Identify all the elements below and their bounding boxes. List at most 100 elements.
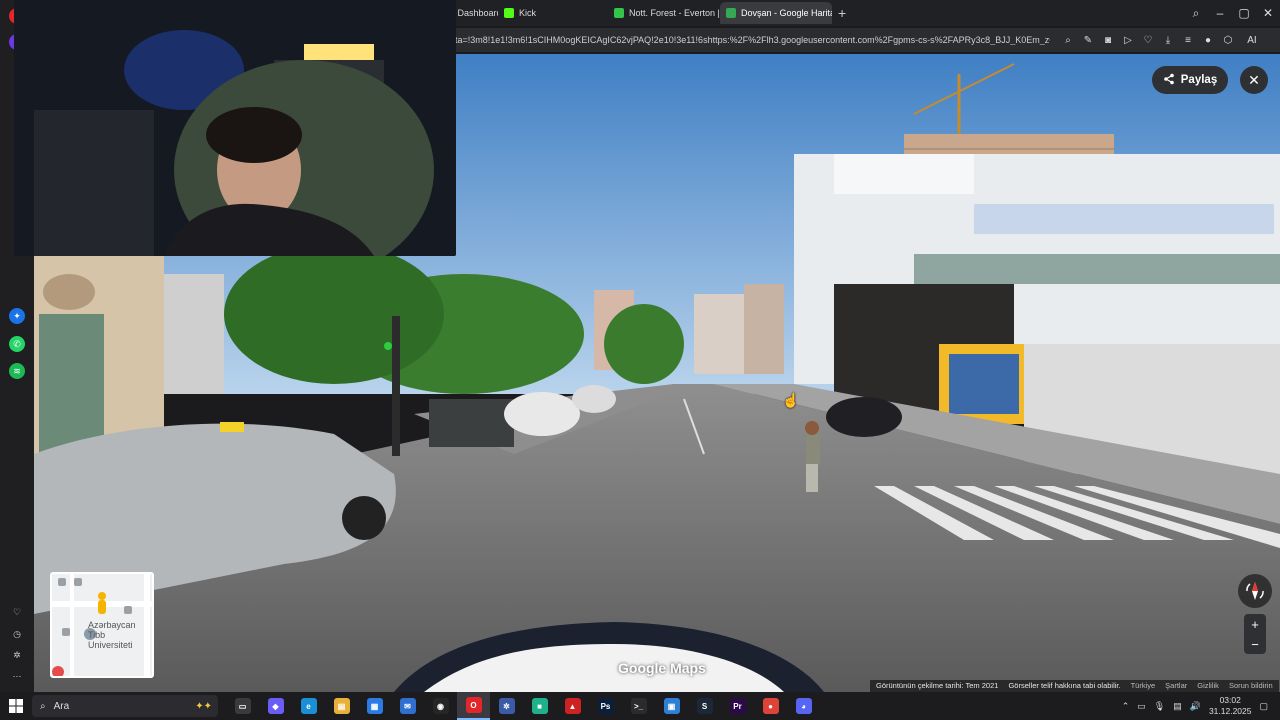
zoom-control: + − bbox=[1244, 614, 1266, 654]
network-icon[interactable]: ▤ bbox=[1173, 701, 1182, 712]
taskbar-app[interactable]: ✉ bbox=[391, 692, 424, 720]
taskbar-apps: ▭ ◆ e ▤ ▦ ✉ ◉ O ✲ ■ ▲ Ps >_ ▣ S Pr ● ◕ bbox=[226, 692, 820, 720]
close-street-view-button[interactable]: ✕ bbox=[1240, 66, 1268, 94]
clock[interactable]: 03:02 31.12.2025 bbox=[1209, 695, 1252, 717]
terms-link[interactable]: Şartlar bbox=[1165, 681, 1187, 691]
minimize-button[interactable]: – bbox=[1208, 6, 1232, 20]
taskbar-app[interactable]: ◆ bbox=[259, 692, 292, 720]
heart-icon[interactable]: ♡ bbox=[1138, 35, 1158, 46]
browser-tab[interactable]: Dovşan - Google Haritalar bbox=[720, 2, 832, 24]
close-window-button[interactable]: ✕ bbox=[1256, 6, 1280, 20]
webcam-overlay bbox=[14, 0, 456, 256]
favorites-icon[interactable]: ♡ bbox=[9, 604, 25, 620]
obs-icon: ◉ bbox=[432, 698, 449, 714]
taskbar-app[interactable]: ● bbox=[754, 692, 787, 720]
taskbar-app[interactable]: Pr bbox=[721, 692, 754, 720]
ai-button[interactable]: AI bbox=[1242, 35, 1262, 46]
windows-icon bbox=[9, 699, 23, 713]
extensions-icon[interactable]: ⬡ bbox=[1218, 35, 1238, 46]
taskbar-app[interactable]: ▣ bbox=[655, 692, 688, 720]
download-icon[interactable]: ⤓ bbox=[1158, 35, 1178, 46]
microphone-icon[interactable]: 🎙 bbox=[1154, 701, 1165, 712]
address-bar-icons: ⌕ ✎ ◙ ▷ ♡ ⤓ ≡ ● ⬡ AI bbox=[1058, 35, 1262, 46]
report-problem-link[interactable]: Sorun bildirin bbox=[1229, 681, 1273, 691]
compass-control[interactable] bbox=[1238, 574, 1272, 608]
betting-icon bbox=[614, 8, 624, 18]
file-explorer-icon: ▤ bbox=[333, 698, 350, 714]
zoom-icon[interactable]: ⌕ bbox=[1058, 35, 1078, 46]
mini-map[interactable]: Azərbaycan Tibb Universiteti bbox=[50, 572, 154, 678]
map-footer: Görüntünün çekilme tarihi: Tem 2021 Görs… bbox=[870, 680, 1279, 692]
webcam-image bbox=[14, 0, 456, 256]
premiere-icon: Pr bbox=[729, 698, 746, 714]
taskbar-app[interactable]: ◉ bbox=[424, 692, 457, 720]
taskbar-app[interactable]: e bbox=[292, 692, 325, 720]
browser-tab[interactable]: Nott. Forest - Everton | İdd bbox=[608, 2, 720, 24]
edit-icon[interactable]: ✎ bbox=[1078, 35, 1098, 46]
history-icon[interactable]: ◷ bbox=[9, 626, 25, 642]
taskbar-app[interactable]: ▲ bbox=[556, 692, 589, 720]
monitor-app-icon: ▣ bbox=[663, 698, 680, 714]
mail-icon: ✉ bbox=[399, 698, 416, 714]
search-tabs-icon[interactable]: ⌕ bbox=[1184, 6, 1208, 21]
taskbar-app[interactable]: Ps bbox=[589, 692, 622, 720]
capture-date: Görüntünün çekilme tarihi: Tem 2021 bbox=[876, 681, 999, 690]
search-highlight-icon: ✦✦ bbox=[195, 700, 212, 712]
tab-label: Nott. Forest - Everton | İdd bbox=[629, 8, 720, 18]
whatsapp-icon[interactable]: ✆ bbox=[9, 336, 25, 352]
notifications-icon[interactable]: ▢ bbox=[1259, 701, 1268, 712]
taskbar-app[interactable]: >_ bbox=[622, 692, 655, 720]
taskbar-app[interactable]: ▤ bbox=[325, 692, 358, 720]
tray-expand-icon[interactable]: ⌃ bbox=[1122, 701, 1130, 712]
volume-icon[interactable]: 🔊 bbox=[1190, 701, 1201, 712]
taskbar-app[interactable]: ✲ bbox=[490, 692, 523, 720]
cube-app-icon: ■ bbox=[531, 698, 548, 714]
camera-icon[interactable]: ◙ bbox=[1098, 35, 1118, 46]
country-link[interactable]: Türkiye bbox=[1131, 681, 1156, 691]
mini-map-place-label: Azərbaycan Tibb Universiteti bbox=[88, 620, 136, 650]
taskbar-search[interactable]: ⌕ Ara ✦✦ bbox=[32, 695, 218, 717]
url-text[interactable]: ata=!3m8!1e1!3m6!1sCIHM0ogKEICAgIC62vjPA… bbox=[450, 35, 1050, 45]
spotify-icon[interactable]: ≋ bbox=[9, 363, 25, 379]
monitor-tray-icon[interactable]: ▭ bbox=[1137, 701, 1146, 712]
messenger-icon[interactable]: ✦ bbox=[9, 308, 25, 324]
google-maps-logo: Google Maps bbox=[618, 660, 706, 676]
maximize-button[interactable]: ▢ bbox=[1232, 6, 1256, 20]
tab-label: Dovşan - Google Haritalar bbox=[741, 8, 832, 18]
share-label: Paylaş bbox=[1180, 74, 1218, 86]
profile-icon[interactable]: ● bbox=[1198, 35, 1218, 46]
terminal-icon: >_ bbox=[630, 698, 647, 714]
discord-icon: ◕ bbox=[795, 698, 812, 714]
close-icon: ✕ bbox=[1248, 71, 1260, 88]
taskbar-app[interactable]: S bbox=[688, 692, 721, 720]
new-tab-button[interactable]: + bbox=[838, 5, 846, 21]
tab-label: Kick bbox=[519, 8, 537, 18]
send-icon[interactable]: ▷ bbox=[1118, 35, 1138, 46]
system-tray: ⌃ ▭ 🎙 ▤ 🔊 03:02 31.12.2025 ▢ bbox=[1122, 692, 1280, 720]
compass-icon bbox=[1246, 582, 1264, 600]
chrome-icon: ● bbox=[762, 698, 779, 714]
edge-icon: e bbox=[300, 698, 317, 714]
taskbar-app[interactable]: ◕ bbox=[787, 692, 820, 720]
privacy-link[interactable]: Gizlilik bbox=[1197, 681, 1219, 691]
menu-icon[interactable]: ≡ bbox=[1178, 35, 1198, 46]
settings-app-icon: ✲ bbox=[498, 698, 515, 714]
start-button[interactable] bbox=[0, 699, 32, 713]
more-icon[interactable]: ⋯ bbox=[9, 668, 25, 684]
taskbar-app[interactable]: ■ bbox=[523, 692, 556, 720]
clock-date: 31.12.2025 bbox=[1208, 706, 1252, 716]
taskbar-app[interactable]: ▭ bbox=[226, 692, 259, 720]
search-icon: ⌕ bbox=[40, 700, 46, 712]
copilot-icon: ◆ bbox=[267, 698, 284, 714]
taskbar-app[interactable]: O bbox=[457, 692, 490, 720]
store-icon: ▦ bbox=[366, 698, 383, 714]
browser-tab[interactable]: Kick bbox=[498, 2, 608, 24]
zoom-out-button[interactable]: − bbox=[1251, 637, 1259, 652]
share-button[interactable]: Paylaş bbox=[1152, 66, 1228, 94]
kick-icon bbox=[504, 8, 514, 18]
settings-icon[interactable]: ✲ bbox=[9, 647, 25, 663]
zoom-in-button[interactable]: + bbox=[1251, 617, 1259, 632]
google-maps-icon bbox=[726, 8, 736, 18]
taskbar-app[interactable]: ▦ bbox=[358, 692, 391, 720]
mouse-cursor-icon: ☝ bbox=[782, 392, 800, 408]
